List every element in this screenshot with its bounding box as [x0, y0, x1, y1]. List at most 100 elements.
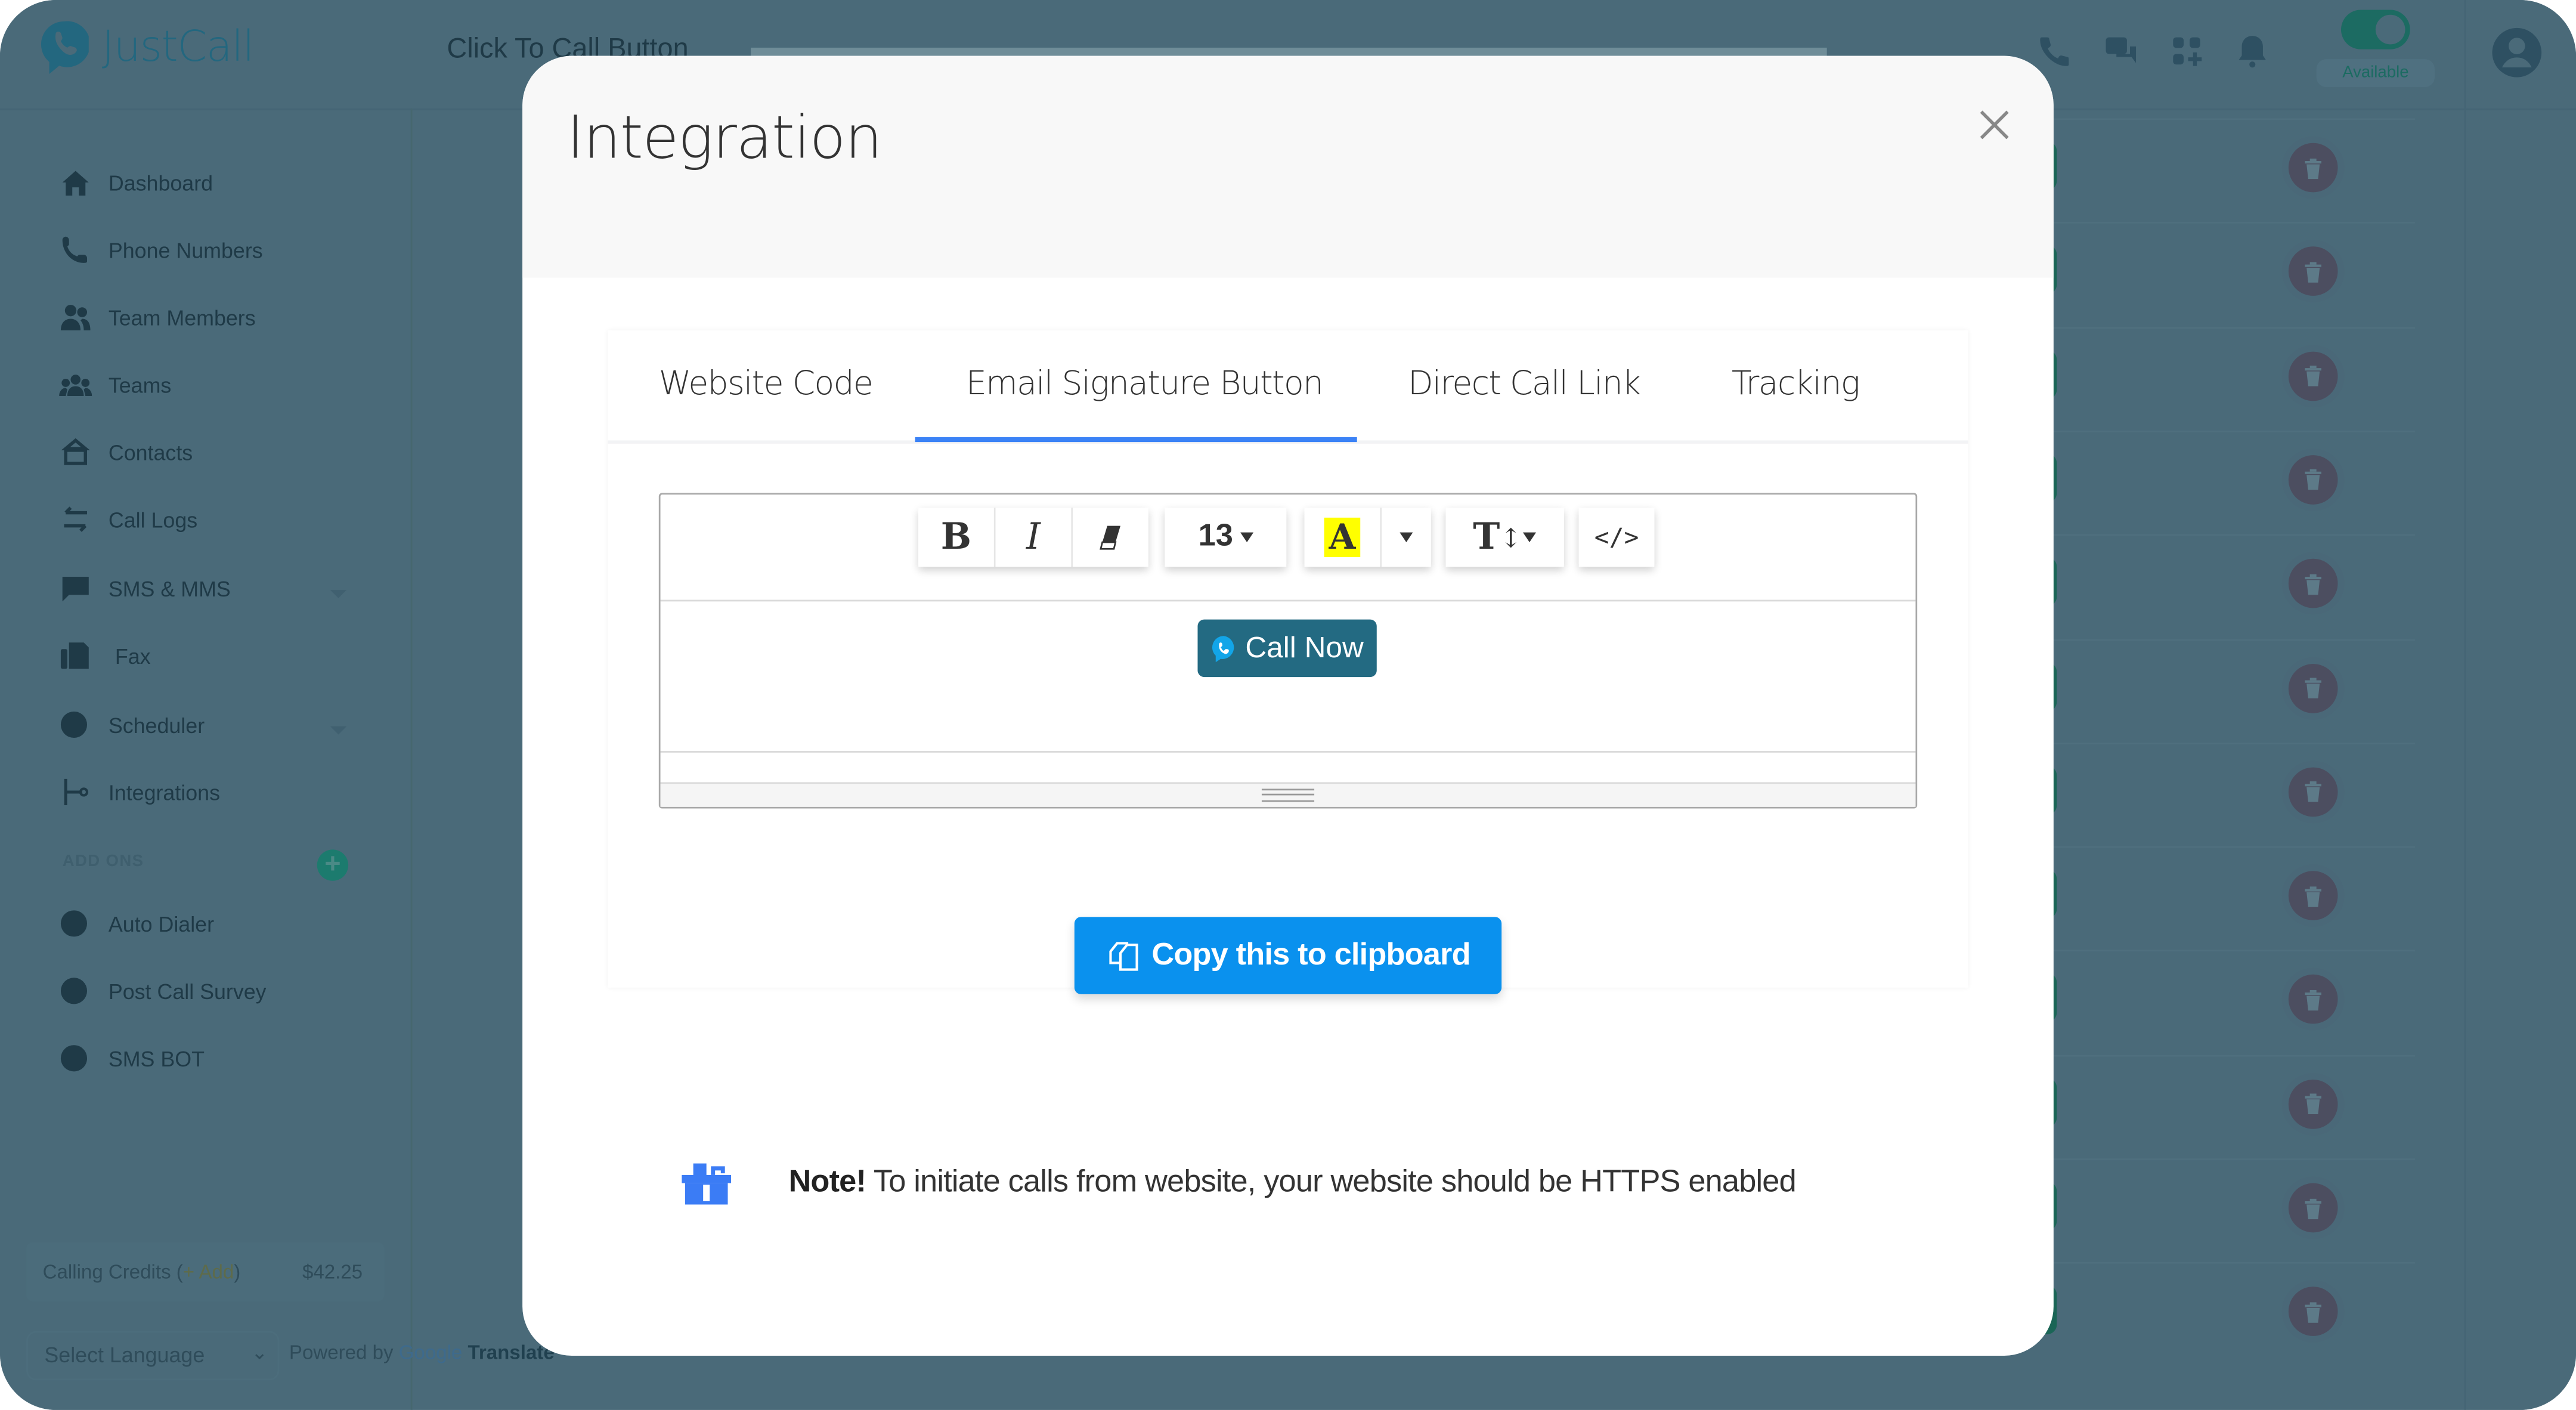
- screen: JustCall Click To Call Button Available …: [0, 0, 2576, 1410]
- background-row: [2037, 118, 2415, 215]
- sidebar-item-team-members[interactable]: Team Members: [59, 302, 256, 332]
- contacts-icon: [61, 438, 90, 465]
- tab-tracking[interactable]: Tracking: [1732, 363, 1860, 403]
- bell-icon[interactable]: [2234, 33, 2271, 69]
- clock-icon: [60, 711, 88, 738]
- background-row: [2037, 742, 2415, 840]
- line-height-dropdown[interactable]: T ↕: [1445, 508, 1564, 567]
- copy-icon: [1109, 941, 1138, 970]
- sidebar-item-teams[interactable]: Teams: [59, 370, 171, 400]
- chat-icon[interactable]: [2103, 33, 2140, 69]
- sink-icon: [682, 1163, 732, 1205]
- trash-icon[interactable]: [2288, 454, 2338, 505]
- sidebar-item-post-call-survey[interactable]: Post Call Survey: [59, 976, 267, 1006]
- rich-text-editor: B I 13 A T ↕ </> Call Now: [658, 493, 1918, 809]
- sidebar-item-sms-mms[interactable]: SMS & MMS: [59, 574, 231, 604]
- code-view-button[interactable]: </>: [1578, 508, 1655, 567]
- editor-content[interactable]: Call Now: [661, 601, 1916, 751]
- font-size-dropdown[interactable]: 13: [1165, 508, 1287, 567]
- trash-icon[interactable]: [2288, 559, 2338, 608]
- tab-direct-call-link[interactable]: Direct Call Link: [1408, 363, 1641, 403]
- editor-toolbar: B I 13 A T ↕ </>: [660, 494, 1916, 602]
- modal-title: Integration: [566, 105, 883, 173]
- italic-button[interactable]: I: [995, 508, 1073, 567]
- tab-website-code[interactable]: Website Code: [659, 363, 874, 403]
- background-row: [2037, 846, 2415, 944]
- sidebar-item-contacts[interactable]: Contacts: [59, 437, 193, 467]
- caret-down-icon: [1239, 532, 1253, 543]
- apps-grid-icon[interactable]: [2169, 33, 2205, 69]
- credits-amount: $42.25: [302, 1260, 363, 1284]
- background-row: [2037, 222, 2415, 320]
- editor-resize-handle[interactable]: [660, 782, 1916, 807]
- availability-toggle[interactable]: Available: [2316, 10, 2435, 88]
- trash-icon[interactable]: [2288, 143, 2338, 193]
- note-label: Note!: [788, 1165, 866, 1200]
- integration-panel: Website Code Email Signature Button Dire…: [608, 330, 1968, 994]
- eraser-icon: [1100, 525, 1120, 550]
- language-select[interactable]: Select Language ⌄: [26, 1331, 280, 1381]
- highlight-color-button[interactable]: A: [1304, 508, 1382, 567]
- trash-icon[interactable]: [2288, 351, 2338, 401]
- background-row: [2037, 326, 2415, 423]
- sidebar-item-dashboard[interactable]: Dashboard: [59, 168, 213, 197]
- top-icons: [2037, 33, 2270, 69]
- brand-logo[interactable]: JustCall: [39, 20, 255, 76]
- tab-email-signature-button[interactable]: Email Signature Button: [966, 363, 1324, 403]
- trash-icon[interactable]: [2288, 871, 2338, 921]
- line-height-group: T ↕: [1445, 508, 1564, 567]
- add-credits-link[interactable]: + Add: [183, 1260, 234, 1284]
- trash-icon[interactable]: [2288, 767, 2338, 817]
- sms-mms-expand-caret-icon[interactable]: [330, 590, 347, 598]
- trash-icon[interactable]: [2288, 1183, 2338, 1233]
- chevron-down-icon: ⌄: [251, 1341, 268, 1364]
- background-row: [2037, 638, 2415, 735]
- background-row: [2037, 430, 2415, 528]
- clock-icon: [60, 978, 88, 1004]
- sidebar-item-scheduler[interactable]: Scheduler: [59, 710, 205, 740]
- team-icon: [59, 375, 92, 396]
- https-note: Note! To initiate calls from website, yo…: [680, 1160, 1797, 1206]
- sidebar-item-fax[interactable]: Fax: [59, 641, 151, 670]
- note-text: To initiate calls from website, your web…: [866, 1165, 1797, 1200]
- message-icon: [62, 577, 89, 602]
- sidebar-item-phone-numbers[interactable]: Phone Numbers: [59, 235, 263, 265]
- caret-down-icon: [1524, 532, 1537, 543]
- add-addon-button[interactable]: +: [317, 849, 349, 881]
- modal-header: Integration: [522, 55, 2054, 278]
- arrows-swap-icon: [64, 506, 88, 532]
- sidebar-item-integrations[interactable]: Integrations: [59, 777, 220, 807]
- clock-icon: [60, 910, 88, 937]
- font-size-group: 13: [1165, 508, 1287, 567]
- sidebar-item-auto-dialer[interactable]: Auto Dialer: [59, 909, 214, 939]
- caret-down-icon: [1400, 532, 1413, 543]
- phone-icon: [62, 236, 88, 263]
- calling-credits: Calling Credits (+ Add) $42.25: [26, 1242, 385, 1302]
- sidebar-item-call-logs[interactable]: Call Logs: [59, 505, 197, 534]
- trash-icon[interactable]: [2288, 1079, 2338, 1128]
- scheduler-expand-caret-icon[interactable]: [330, 726, 347, 735]
- call-now-button[interactable]: Call Now: [1197, 619, 1377, 678]
- background-row: [2037, 1262, 2415, 1360]
- editor-statusbar: [660, 751, 1916, 782]
- close-icon[interactable]: [1975, 105, 2014, 144]
- background-row: [2037, 534, 2415, 632]
- trash-icon[interactable]: [2288, 663, 2338, 713]
- copy-to-clipboard-button[interactable]: Copy this to clipboard: [1074, 917, 1502, 994]
- user-avatar-icon[interactable]: [2491, 26, 2543, 79]
- bold-button[interactable]: B: [918, 508, 996, 567]
- clear-format-button[interactable]: [1073, 508, 1148, 567]
- home-icon: [62, 171, 89, 196]
- integration-modal: Integration Website Code Email Signature…: [522, 55, 2054, 1356]
- color-dropdown[interactable]: [1382, 508, 1431, 567]
- availability-label: Available: [2316, 59, 2435, 88]
- powered-by-google-translate: Powered by Google Translate: [289, 1341, 555, 1364]
- right-panel-divider: [2464, 0, 2466, 1410]
- background-row: [2037, 950, 2415, 1048]
- sidebar-item-sms-bot[interactable]: SMS BOT: [59, 1043, 205, 1073]
- fax-icon: [60, 642, 89, 669]
- grip-lines-icon: [1261, 789, 1315, 802]
- clock-icon: [60, 1045, 88, 1072]
- background-row: [2037, 1054, 2415, 1152]
- availability-switch[interactable]: [2341, 10, 2410, 50]
